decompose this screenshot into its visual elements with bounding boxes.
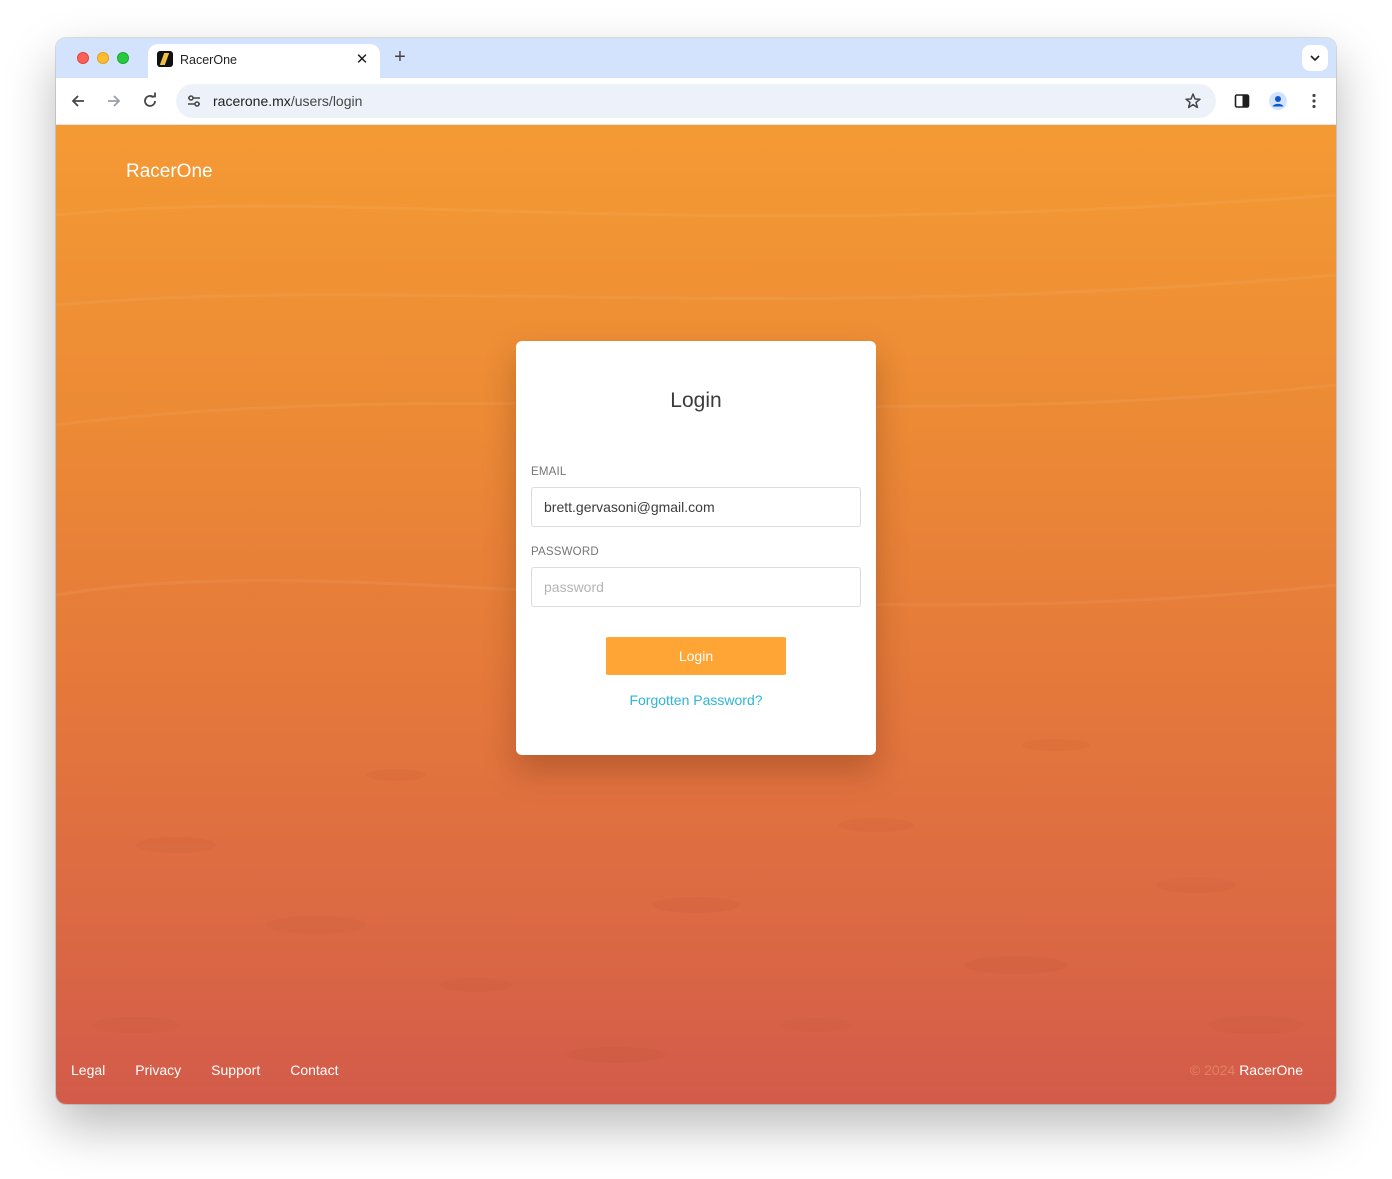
email-field[interactable]	[531, 487, 861, 527]
login-button[interactable]: Login	[606, 637, 786, 675]
password-label: PASSWORD	[531, 546, 599, 558]
url-text: racerone.mx/users/login	[213, 93, 362, 109]
side-panel-icon[interactable]	[1232, 91, 1252, 111]
tab-close-icon[interactable]: ✕	[354, 52, 370, 68]
footer-link-contact[interactable]: Contact	[290, 1062, 338, 1078]
url-host: racerone.mx	[213, 93, 291, 109]
site-settings-icon[interactable]	[186, 93, 202, 109]
footer-link-support[interactable]: Support	[211, 1062, 260, 1078]
footer-links: Legal Privacy Support Contact	[71, 1062, 368, 1078]
racerone-favicon-icon	[157, 51, 173, 67]
login-title: Login	[670, 389, 722, 412]
login-card: Login EMAIL PASSWORD Login Forgotten Pas…	[516, 341, 876, 755]
copyright-name[interactable]: RacerOne	[1239, 1062, 1303, 1078]
back-arrow-icon[interactable]	[68, 91, 88, 111]
new-tab-button[interactable]: +	[390, 47, 410, 67]
tab-strip: RacerOne ✕ +	[56, 38, 1336, 78]
address-bar[interactable]: racerone.mx/users/login	[176, 84, 1216, 118]
bookmark-star-icon[interactable]	[1184, 92, 1202, 110]
zoom-window-button[interactable]	[117, 52, 129, 64]
more-menu-icon[interactable]	[1304, 91, 1324, 111]
forgot-password-link[interactable]: Forgotten Password?	[516, 692, 876, 708]
minimize-window-button[interactable]	[97, 52, 109, 64]
email-label: EMAIL	[531, 466, 567, 478]
browser-window: RacerOne ✕ + racerone.mx/users/login Rac…	[56, 38, 1336, 1104]
profile-icon[interactable]	[1268, 91, 1288, 111]
login-page: RacerOne Login EMAIL PASSWORD Login Forg…	[56, 125, 1336, 1104]
footer-link-legal[interactable]: Legal	[71, 1062, 105, 1078]
browser-toolbar: racerone.mx/users/login	[56, 78, 1336, 125]
tab-racerone[interactable]: RacerOne ✕	[148, 44, 380, 78]
copyright: © 2024 RacerOne	[1190, 1062, 1303, 1078]
tab-title: RacerOne	[180, 53, 237, 67]
password-field[interactable]	[531, 567, 861, 607]
tab-search-icon[interactable]	[1302, 45, 1328, 71]
forward-arrow-icon[interactable]	[104, 91, 124, 111]
reload-icon[interactable]	[140, 91, 160, 111]
close-window-button[interactable]	[77, 52, 89, 64]
footer-link-privacy[interactable]: Privacy	[135, 1062, 181, 1078]
copyright-year: © 2024	[1189, 1062, 1236, 1078]
url-path: /users/login	[290, 93, 363, 109]
brand-logo-text[interactable]: RacerOne	[126, 161, 213, 183]
